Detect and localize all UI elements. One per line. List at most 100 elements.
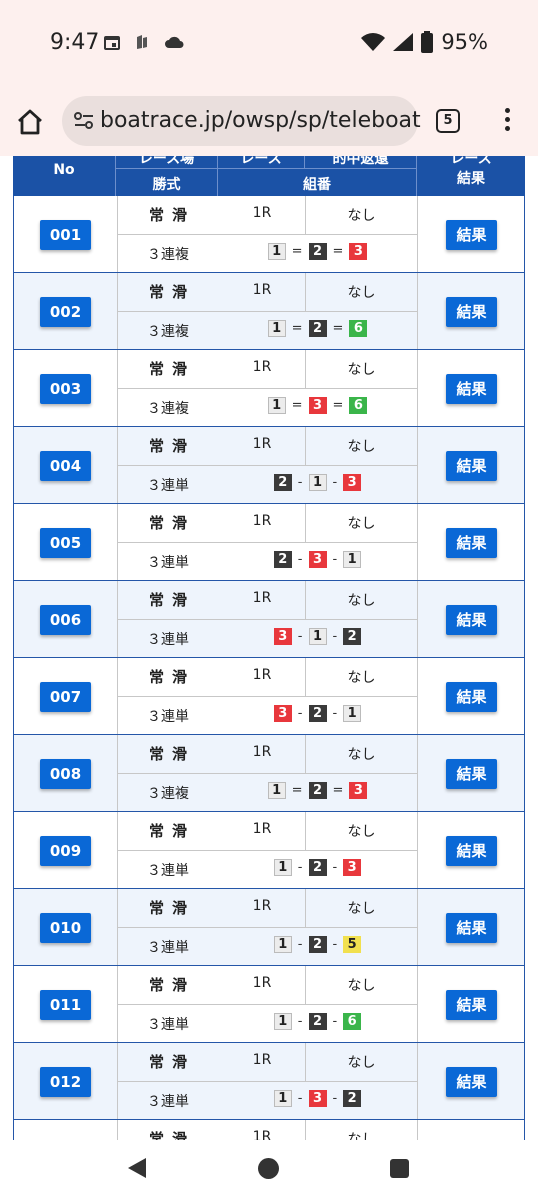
bet-number-button[interactable]: 007 xyxy=(40,682,91,712)
boat-number-badge: 6 xyxy=(349,397,368,414)
boat-number-badge: 1 xyxy=(267,782,286,799)
race-number: 1R xyxy=(252,359,272,375)
bet-number-button[interactable]: 001 xyxy=(40,220,91,250)
combination: 1 = 2 = 6 xyxy=(218,320,417,337)
bet-number-button[interactable]: 002 xyxy=(40,297,91,327)
refund-option: なし xyxy=(347,362,376,378)
bet-type: ３連単 xyxy=(147,1017,189,1033)
home-nav-icon[interactable] xyxy=(258,1158,279,1179)
bet-type: ３連単 xyxy=(147,1094,189,1110)
combination-separator: = xyxy=(332,321,344,336)
race-number: 1R xyxy=(252,590,272,606)
tab-switcher-button[interactable]: 5 xyxy=(436,109,460,133)
bet-number-button[interactable]: 004 xyxy=(40,451,91,481)
back-icon[interactable] xyxy=(128,1158,146,1178)
bet-type: ３連単 xyxy=(147,863,189,879)
result-button[interactable]: 結果 xyxy=(446,374,497,404)
result-button[interactable]: 結果 xyxy=(446,605,497,635)
table-header: No レース場 レース 的中返還 勝式 組番 レース 結果 xyxy=(13,156,525,196)
bet-number-button[interactable]: 010 xyxy=(40,913,91,943)
boat-number-badge: 3 xyxy=(308,551,327,568)
combination-separator: - xyxy=(297,1014,303,1029)
race-number: 1R xyxy=(252,205,272,221)
refund-option: なし xyxy=(347,978,376,994)
address-bar[interactable]: boatrace.jp/owsp/sp/teleboat xyxy=(62,96,421,146)
bet-type: ３連単 xyxy=(147,940,189,956)
result-button[interactable]: 結果 xyxy=(446,682,497,712)
refund-option: なし xyxy=(347,824,376,840)
table-row: 012 常滑 1R なし ３連単 1-3-2 結果 xyxy=(13,1043,525,1120)
combination-separator: = xyxy=(291,321,303,336)
more-menu-icon[interactable] xyxy=(497,106,517,136)
result-button[interactable]: 結果 xyxy=(446,220,497,250)
venue-name: 常滑 xyxy=(148,822,195,840)
venue-name: 常滑 xyxy=(148,745,195,763)
venue-name: 常滑 xyxy=(148,283,195,301)
result-button[interactable]: 結果 xyxy=(446,1067,497,1097)
table-row: 001 常滑 1R なし ３連複 1 = 2 = 3 結果 xyxy=(13,196,525,273)
boat-number-badge: 1 xyxy=(273,859,292,876)
result-button[interactable]: 結果 xyxy=(446,913,497,943)
page-content: No レース場 レース 的中返還 勝式 組番 レース 結果 001 常滑 1R なし ３… xyxy=(0,156,538,1140)
boat-number-badge: 2 xyxy=(343,1090,362,1107)
combination-separator: = xyxy=(291,244,303,259)
recent-apps-icon[interactable] xyxy=(390,1159,409,1178)
combination-separator: - xyxy=(297,860,303,875)
header-combination: 組番 xyxy=(303,177,331,193)
combination-separator: - xyxy=(332,629,338,644)
home-icon[interactable] xyxy=(16,108,44,136)
boat-number-badge: 3 xyxy=(308,397,327,414)
result-button[interactable]: 結果 xyxy=(446,759,497,789)
bet-type: ３連複 xyxy=(147,786,189,802)
header-race: レース xyxy=(240,156,282,167)
boat-number-badge: 2 xyxy=(308,936,327,953)
venue-name: 常滑 xyxy=(148,437,195,455)
status-time: 9:47 xyxy=(50,30,100,55)
result-button[interactable]: 結果 xyxy=(446,836,497,866)
battery-level: 95% xyxy=(441,30,488,54)
refund-option: なし xyxy=(347,670,376,686)
combination: 1-2-3 xyxy=(218,859,417,876)
bet-number-button[interactable]: 011 xyxy=(40,990,91,1020)
result-button[interactable]: 結果 xyxy=(446,451,497,481)
bet-number-button[interactable]: 005 xyxy=(40,528,91,558)
combination-separator: - xyxy=(332,706,338,721)
notification-icons xyxy=(104,34,184,50)
bet-number-button[interactable]: 009 xyxy=(40,836,91,866)
result-button[interactable]: 結果 xyxy=(446,990,497,1020)
combination-separator: = xyxy=(291,783,303,798)
table-row: 004 常滑 1R なし ３連単 2-1-3 結果 xyxy=(13,427,525,504)
combination-separator: - xyxy=(297,629,303,644)
boat-number-badge: 1 xyxy=(267,243,286,260)
url-text: boatrace.jp/owsp/sp/teleboat xyxy=(100,108,421,133)
boat-number-badge: 1 xyxy=(267,320,286,337)
combination-separator: - xyxy=(297,552,303,567)
combination-separator: = xyxy=(332,398,344,413)
app-notification-icon xyxy=(137,35,147,49)
race-number: 1R xyxy=(252,1052,272,1068)
signal-icon xyxy=(393,33,414,51)
refund-option: なし xyxy=(347,901,376,917)
combination: 3-1-2 xyxy=(218,628,417,645)
table-row: 013常滑1Rなし結果 xyxy=(13,1120,525,1140)
race-number: 1R xyxy=(252,821,272,837)
bet-number-button[interactable]: 006 xyxy=(40,605,91,635)
bet-type: ３連単 xyxy=(147,478,189,494)
result-button[interactable]: 結果 xyxy=(446,528,497,558)
boat-number-badge: 3 xyxy=(308,1090,327,1107)
bet-number-button[interactable]: 008 xyxy=(40,759,91,789)
bet-number-button[interactable]: 012 xyxy=(40,1067,91,1097)
boat-number-badge: 2 xyxy=(308,705,327,722)
boat-number-badge: 5 xyxy=(343,936,362,953)
site-settings-icon[interactable] xyxy=(74,112,94,130)
boat-number-badge: 1 xyxy=(343,551,362,568)
combination: 3-2-1 xyxy=(218,705,417,722)
bet-number-button[interactable]: 003 xyxy=(40,374,91,404)
boat-number-badge: 2 xyxy=(308,782,327,799)
boat-number-badge: 2 xyxy=(308,1013,327,1030)
combination: 1-3-2 xyxy=(218,1090,417,1107)
race-number: 1R xyxy=(252,282,272,298)
refund-option: なし xyxy=(347,439,376,455)
combination-separator: - xyxy=(332,860,338,875)
result-button[interactable]: 結果 xyxy=(446,297,497,327)
